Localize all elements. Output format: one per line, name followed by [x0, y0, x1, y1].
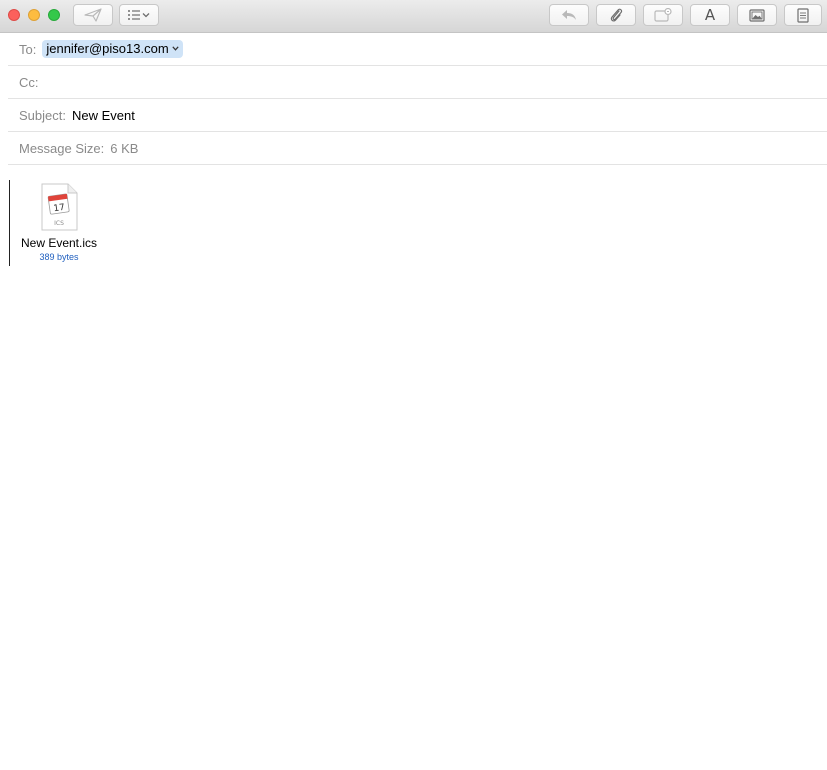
calendar-file-icon: 17 ICS [41, 183, 78, 231]
cc-row[interactable]: Cc: [8, 66, 827, 99]
message-body[interactable]: 17 ICS New Event.ics 389 bytes [0, 165, 827, 770]
font-icon: A [704, 5, 716, 24]
toolbar: A [0, 0, 827, 33]
file-extension: ICS [54, 220, 64, 227]
recipient-address: jennifer@piso13.com [46, 41, 169, 56]
markup-button[interactable] [643, 4, 683, 26]
format-button[interactable]: A [690, 4, 730, 26]
compose-window: A To: jennifer@piso13.com Cc: Subject: N… [0, 0, 827, 770]
calendar-day: 17 [53, 203, 66, 214]
attach-button[interactable] [596, 4, 636, 26]
header-fields-button[interactable] [119, 4, 159, 26]
header-fields-icon [128, 10, 150, 20]
close-button[interactable] [8, 9, 20, 21]
recipient-token[interactable]: jennifer@piso13.com [42, 40, 183, 58]
photo-browser-icon [749, 8, 765, 22]
markup-icon [654, 8, 672, 22]
reply-icon [562, 10, 576, 20]
photo-browser-button[interactable] [737, 4, 777, 26]
to-label: To: [19, 41, 37, 57]
subject-row[interactable]: Subject: New Event [8, 99, 827, 132]
send-icon [84, 8, 102, 22]
cc-label: Cc: [19, 74, 39, 90]
attachment[interactable]: 17 ICS New Event.ics 389 bytes [14, 183, 104, 262]
subject-field[interactable]: New Event [72, 108, 135, 123]
stationery-icon [797, 7, 809, 23]
paperclip-icon [610, 8, 623, 22]
attachment-size: 389 bytes [39, 252, 79, 262]
message-size-row: Message Size: 6 KB [8, 132, 827, 165]
zoom-button[interactable] [48, 9, 60, 21]
stationery-button[interactable] [784, 4, 822, 26]
reply-button[interactable] [549, 4, 589, 26]
send-button[interactable] [73, 4, 113, 26]
subject-label: Subject: [19, 107, 66, 123]
message-size-label: Message Size: [19, 140, 105, 156]
message-size-value: 6 KB [110, 140, 139, 156]
text-cursor [9, 180, 10, 266]
chevron-down-icon [172, 46, 179, 51]
to-row: To: jennifer@piso13.com [8, 33, 827, 66]
attachment-name: New Event.ics [20, 236, 98, 250]
minimize-button[interactable] [28, 9, 40, 21]
